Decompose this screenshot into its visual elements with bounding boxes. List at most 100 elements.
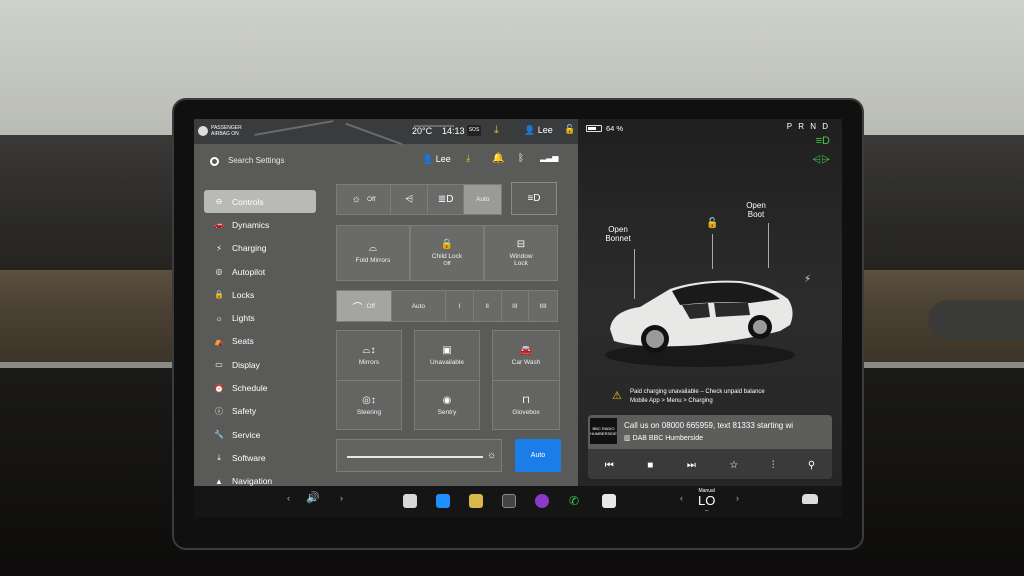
high-beam-button[interactable]: ≡D — [511, 182, 557, 215]
taskbar: ‹ 🔊 › ✆ ‹ Manual LO ᵕᵕ › — [194, 486, 842, 517]
wiper-speed-3-button[interactable]: III — [501, 291, 530, 321]
wiper-speed-label: I — [458, 302, 461, 310]
brightness-track[interactable] — [347, 456, 483, 458]
sidebar-item-locks[interactable]: 🔒 Locks — [204, 283, 316, 306]
favorite-icon[interactable]: ☆ — [729, 460, 738, 471]
sidebar-item-service[interactable]: 🔧 Service — [204, 423, 316, 446]
mirrors-button[interactable]: ⌓↕ Mirrors — [337, 331, 401, 380]
download-icon: ⤓ — [217, 452, 221, 462]
sidebar-item-seats[interactable]: ⛺ Seats — [204, 330, 316, 353]
parking-lights-button[interactable]: ⩤ — [391, 185, 428, 214]
sidebar-item-software[interactable]: ⤓ Software — [204, 446, 316, 469]
wiper-speed-4-button[interactable]: IIII — [529, 291, 557, 321]
lock-icon[interactable]: 🔓 — [564, 124, 575, 135]
charging-alert[interactable]: ⚠ Paid charging unavailable – Check unpa… — [612, 386, 812, 408]
top-user-name: Lee — [537, 125, 553, 135]
wiper-speed-selector: ⌒ Off Auto I II III IIII — [336, 290, 558, 322]
sentry-label: Sentry — [437, 408, 457, 416]
map-strip[interactable]: PASSENGER AIRBAG ON 20°C 14:13 SOS ⤓ 👤 L… — [194, 119, 578, 146]
car-wash-button[interactable]: 🚘 Car Wash — [493, 331, 559, 380]
sentry-button[interactable]: ◉ Sentry — [415, 380, 479, 429]
sidebar-item-label: Lights — [232, 313, 255, 324]
top-user[interactable]: 👤 Lee — [524, 125, 553, 136]
previous-icon[interactable]: ⏮ — [605, 460, 614, 471]
sidebar-item-label: Locks — [232, 289, 255, 300]
sidebar-item-schedule[interactable]: ⏰ Schedule — [204, 376, 316, 399]
wiper-off-button[interactable]: ⌒ Off — [337, 291, 392, 321]
high-beam-icon: ≡D — [527, 193, 541, 204]
climate-temperature: LO — [698, 493, 716, 508]
steering-adjust-icon: ◎↕ — [362, 394, 376, 406]
more-apps-icon[interactable] — [502, 494, 516, 508]
climate-control[interactable]: Manual LO ᵕᵕ — [698, 488, 715, 514]
lights-auto-button[interactable]: Auto — [464, 185, 502, 214]
brightness-slider[interactable]: ☼ — [336, 439, 502, 472]
sidebar-item-autopilot[interactable]: ◎ Autopilot — [204, 260, 316, 283]
camera-app-icon[interactable] — [535, 494, 549, 508]
now-playing-bar[interactable]: BBC RADIO HUMBERSIDE Call us on 08000 66… — [588, 415, 832, 449]
child-lock-button[interactable]: 🔒 Child Lock Off — [410, 225, 484, 281]
mirror-adjust-icon: ⌓↕ — [362, 345, 376, 356]
calendar-icon[interactable] — [602, 494, 616, 508]
navigation-icon: ▲ — [215, 476, 223, 486]
bluetooth-icon[interactable]: ᛒ — [518, 153, 524, 164]
toybox-icon[interactable] — [469, 494, 483, 508]
equalizer-icon[interactable]: ⫶ — [772, 460, 775, 471]
search-icon[interactable]: ⚲ — [808, 460, 815, 471]
battery-indicator: 64 % — [586, 124, 623, 133]
sidebar-item-lights[interactable]: ☼ Lights — [204, 306, 316, 329]
sidebar-item-navigation[interactable]: ▲ Navigation — [204, 470, 316, 486]
low-beam-button[interactable]: ≣D — [427, 185, 465, 214]
temp-down-chevron-icon[interactable]: ‹ — [680, 493, 683, 503]
volume-icon[interactable]: 🔊 — [306, 491, 320, 504]
download-icon[interactable]: ⤓ — [494, 124, 499, 137]
wiper-auto-button[interactable]: Auto — [391, 291, 446, 321]
profile-name: Lee — [435, 154, 451, 164]
sidebar-item-controls[interactable]: ⊖ Controls — [204, 190, 316, 214]
display-icon: ▭ — [215, 360, 223, 370]
child-lock-state: Off — [443, 261, 451, 267]
bluetooth-app-icon[interactable] — [436, 494, 450, 508]
wiper-auto-label: Auto — [411, 302, 425, 310]
charge-port-icon[interactable]: ⚡ — [804, 274, 811, 285]
lights-auto-label: Auto — [476, 196, 490, 203]
wiper-speed-1-button[interactable]: I — [446, 291, 474, 321]
fold-mirrors-button[interactable]: ⌓ Fold Mirrors — [336, 225, 410, 281]
volume-down-chevron-icon[interactable]: ‹ — [287, 493, 290, 503]
sidebar-item-charging[interactable]: ⚡ Charging — [204, 237, 316, 260]
temp-up-chevron-icon[interactable]: › — [736, 493, 739, 503]
open-boot-button[interactable]: Open Boot — [738, 201, 774, 219]
dashcam-button[interactable]: ▣ Unavailable — [415, 331, 479, 380]
sidebar-item-label: Charging — [232, 243, 267, 254]
steering-button[interactable]: ◎↕ Steering — [337, 380, 401, 429]
gear-selector: P R N D — [786, 122, 830, 131]
mirror-icon: ⌓ — [369, 242, 377, 254]
adjust-grid: ⌓↕ Mirrors ◎↕ Steering ▣ Unavailable ◉ Sentr… — [336, 330, 560, 430]
wiper-speed-2-button[interactable]: II — [473, 291, 502, 321]
bell-icon[interactable]: 🔔 — [492, 153, 504, 164]
search-input[interactable]: Search Settings — [228, 156, 284, 165]
sos-button[interactable]: SOS — [467, 125, 481, 136]
stop-icon[interactable]: ■ — [647, 460, 653, 471]
car-controls-icon[interactable] — [802, 494, 818, 504]
station-name: ▥ DAB BBC Humberside — [624, 435, 703, 442]
dashcam-viewer-icon[interactable] — [403, 494, 417, 508]
brightness-auto-button[interactable]: Auto — [515, 439, 561, 472]
sidebar-item-display[interactable]: ▭ Display — [204, 353, 316, 376]
search-icon[interactable] — [210, 157, 219, 166]
clock: 14:13 — [442, 126, 465, 136]
station-logo: BBC RADIO HUMBERSIDE — [590, 418, 617, 444]
phone-icon[interactable]: ✆ — [569, 494, 583, 508]
glovebox-button[interactable]: ⊓ Glovebox — [493, 380, 559, 429]
sidebar-item-safety[interactable]: ⓘ Safety — [204, 400, 316, 423]
window-lock-button[interactable]: ⊟ Window Lock — [484, 225, 558, 281]
lights-off-button[interactable]: ☼ Off — [337, 185, 392, 214]
volume-up-chevron-icon[interactable]: › — [340, 493, 343, 503]
profile-button[interactable]: 👤 Lee — [422, 154, 451, 165]
unlock-icon[interactable]: 🔓 — [706, 218, 718, 229]
sidebar-item-dynamics[interactable]: 🚗 Dynamics — [204, 213, 316, 236]
software-update-icon[interactable]: ⤓ — [466, 153, 470, 164]
sidebar-item-label: Controls — [232, 196, 264, 207]
next-icon[interactable]: ⏭ — [687, 460, 696, 471]
open-bonnet-button[interactable]: Open Bonnet — [598, 225, 638, 243]
